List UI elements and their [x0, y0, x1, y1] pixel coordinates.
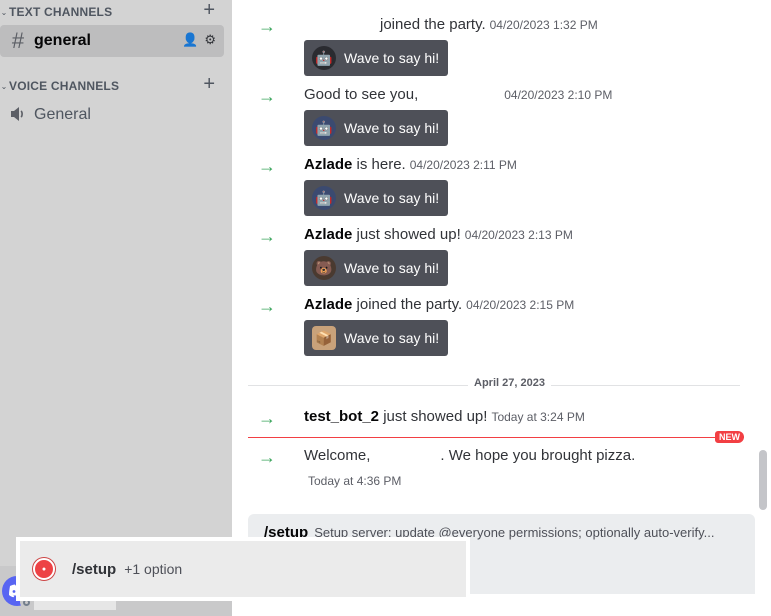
sticker-icon: 📦 [312, 326, 336, 350]
message-text: joined the party. [356, 296, 463, 313]
wave-button[interactable]: 📦 Wave to say hi! [304, 320, 448, 356]
wave-label: Wave to say hi! [344, 330, 440, 346]
timestamp: Today at 3:24 PM [491, 410, 585, 424]
command-description: Setup server: update @everyone permissio… [314, 525, 715, 540]
sticker-icon: 🤖 [312, 116, 336, 140]
wave-button[interactable]: 🤖 Wave to say hi! [304, 40, 448, 76]
join-arrow-icon: → [258, 226, 276, 246]
join-arrow-icon: → [258, 16, 276, 36]
chat-area: → joined the party. 04/20/2023 1:32 PM 🤖 … [232, 0, 771, 616]
message-text: Welcome, [304, 447, 371, 464]
channel-settings-icon[interactable]: ⚙ [204, 32, 216, 48]
voice-channels-category[interactable]: ⌄ VOICE CHANNELS + [0, 74, 232, 96]
join-arrow-icon: → [258, 447, 276, 467]
create-channel-icon[interactable]: + [203, 0, 215, 20]
timestamp: 04/20/2023 1:32 PM [489, 18, 598, 32]
wave-button[interactable]: 🤖 Wave to say hi! [304, 180, 448, 216]
join-arrow-icon: → [258, 86, 276, 106]
date-divider: April 27, 2023 [248, 377, 740, 389]
wave-label: Wave to say hi! [344, 120, 440, 136]
chevron-down-icon: ⌄ [0, 81, 8, 91]
command-item-name: /setup [72, 560, 117, 578]
sticker-icon: 🤖 [312, 46, 336, 70]
username[interactable]: Azlade [304, 296, 352, 313]
wave-label: Wave to say hi! [344, 260, 440, 276]
status-indicator [20, 596, 32, 608]
bot-avatar: ● [33, 558, 55, 580]
wave-label: Wave to say hi! [344, 50, 440, 66]
scrollbar[interactable] [759, 450, 767, 510]
command-header: /setup Setup server: update @everyone per… [264, 524, 714, 541]
join-arrow-icon: → [258, 156, 276, 176]
create-invite-icon[interactable]: 👤 [182, 32, 198, 48]
voice-channel-item-general[interactable]: General [0, 99, 224, 131]
text-channels-category[interactable]: ⌄ TEXT CHANNELS + [0, 0, 232, 22]
channel-item-general[interactable]: # general 👤 ⚙ [0, 25, 224, 57]
timestamp: 04/20/2023 2:10 PM [504, 88, 613, 102]
message-text: is here. [356, 156, 406, 173]
timestamp: 04/20/2023 2:11 PM [409, 158, 517, 172]
message-text: just showed up! [383, 408, 488, 425]
message-text: just showed up! [356, 226, 461, 243]
command-name: /setup [264, 524, 309, 541]
sticker-icon: 🤖 [312, 186, 336, 210]
command-option-item[interactable]: ● /setup +1 option [16, 537, 470, 601]
timestamp: 04/20/2023 2:13 PM [464, 228, 573, 242]
timestamp: 04/20/2023 2:15 PM [466, 298, 575, 312]
command-item-options: +1 option [124, 561, 183, 577]
wave-label: Wave to say hi! [344, 190, 440, 206]
text-channel-icon: # [11, 28, 25, 53]
username[interactable]: Azlade [304, 156, 352, 173]
join-arrow-icon: → [258, 296, 276, 316]
sticker-icon: 🐻 [312, 256, 336, 280]
create-channel-icon[interactable]: + [203, 74, 215, 94]
message-text: Good to see you, [304, 86, 419, 103]
new-messages-divider: NEW [248, 431, 744, 443]
chevron-down-icon: ⌄ [0, 7, 8, 17]
message-text: . We hope you brought pizza. [440, 447, 636, 464]
channel-name: General [34, 106, 91, 123]
username[interactable]: test_bot_2 [304, 408, 379, 425]
join-arrow-icon: → [258, 408, 276, 428]
wave-button[interactable]: 🤖 Wave to say hi! [304, 110, 448, 146]
channel-name: general [34, 32, 91, 49]
date-divider-label: April 27, 2023 [468, 377, 551, 389]
username[interactable]: Azlade [304, 226, 352, 243]
new-badge: NEW [715, 431, 744, 443]
speaker-icon [8, 102, 28, 128]
message-text: joined the party. [380, 16, 486, 33]
timestamp: Today at 4:36 PM [308, 474, 402, 488]
category-label: VOICE CHANNELS [9, 79, 120, 93]
channel-sidebar: ⌄ TEXT CHANNELS + # general 👤 ⚙ ⌄ VOICE … [0, 0, 232, 616]
category-label: TEXT CHANNELS [9, 5, 113, 19]
wave-button[interactable]: 🐻 Wave to say hi! [304, 250, 448, 286]
